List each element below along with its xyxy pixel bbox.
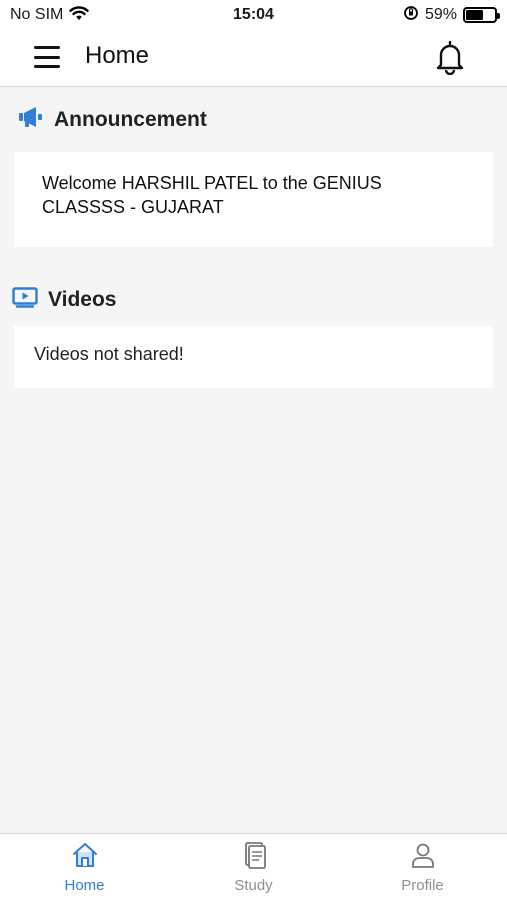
videos-heading: Videos — [12, 286, 116, 314]
announcement-message: Welcome HARSHIL PATEL to the GENIUS CLAS… — [42, 173, 382, 217]
tab-profile[interactable]: Profile — [338, 834, 507, 900]
tab-study[interactable]: Study — [169, 834, 338, 900]
tab-home[interactable]: Home — [0, 834, 169, 900]
megaphone-icon — [18, 106, 44, 134]
bottom-tab-bar: Home Study Profile — [0, 833, 507, 900]
menu-icon[interactable] — [34, 46, 60, 68]
home-icon — [71, 841, 99, 874]
announcement-title: Announcement — [54, 108, 207, 131]
videos-title: Videos — [48, 288, 117, 311]
tab-home-label: Home — [64, 877, 105, 894]
orientation-lock-icon — [403, 5, 419, 26]
announcement-heading: Announcement — [18, 106, 207, 134]
status-bar: No SIM 15:04 59% — [0, 0, 507, 30]
video-icon — [12, 286, 38, 314]
announcement-card: Welcome HARSHIL PATEL to the GENIUS CLAS… — [14, 152, 493, 247]
wifi-icon — [69, 5, 90, 26]
tab-study-label: Study — [234, 877, 273, 894]
page-title: Home — [85, 42, 150, 69]
carrier-label: No SIM — [10, 6, 64, 23]
battery-fill — [466, 10, 483, 20]
videos-empty-message: Videos not shared! — [34, 344, 184, 364]
app-header: Home — [0, 30, 507, 87]
document-icon — [240, 841, 268, 874]
status-right: 59% — [403, 5, 500, 26]
battery-icon — [463, 7, 500, 23]
status-left: No SIM — [10, 5, 90, 26]
videos-card: Videos not shared! — [14, 326, 493, 388]
battery-percent: 59% — [424, 6, 457, 23]
user-icon — [409, 841, 437, 874]
tab-profile-label: Profile — [401, 877, 444, 894]
notification-bell-icon[interactable] — [434, 39, 466, 76]
